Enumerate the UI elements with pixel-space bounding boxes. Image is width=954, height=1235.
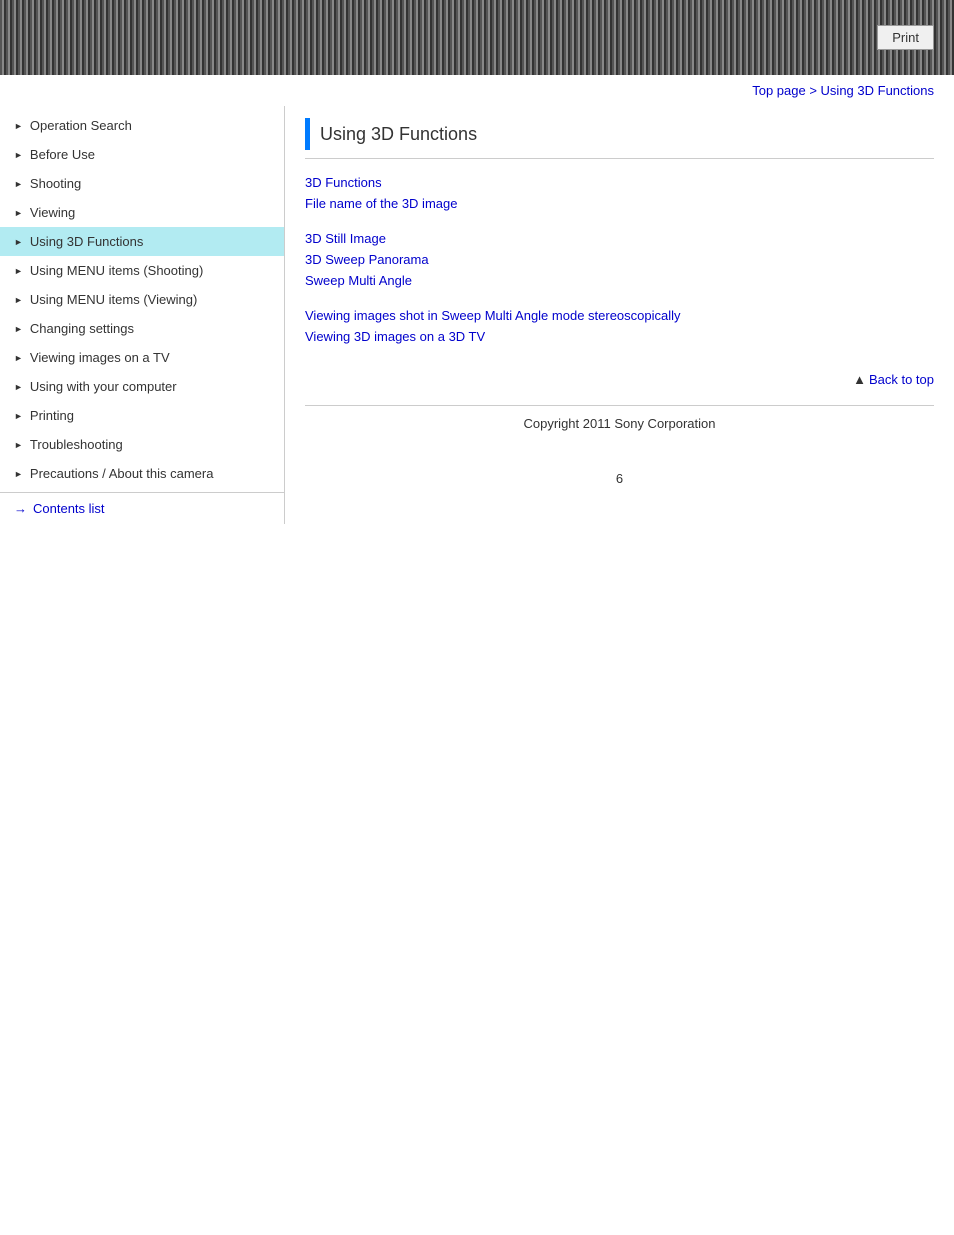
back-to-top-label: Back to top (869, 372, 934, 387)
sidebar-item-label: Using MENU items (Viewing) (30, 292, 197, 307)
sidebar-item-viewing[interactable]: ► Viewing (0, 198, 284, 227)
page-title: Using 3D Functions (320, 124, 477, 145)
sidebar-arrow-icon: ► (14, 382, 23, 392)
link-3d-still-image[interactable]: 3D Still Image (305, 231, 934, 246)
sidebar: ► Operation Search ► Before Use ► Shooting ► Vi… (0, 106, 285, 524)
sidebar-item-changing-settings[interactable]: ► Changing settings (0, 314, 284, 343)
page-number: 6 (305, 441, 934, 496)
sidebar-item-label: Using with your computer (30, 379, 177, 394)
back-to-top-triangle-icon: ▲ (853, 372, 866, 387)
sidebar-arrow-icon: ► (14, 324, 23, 334)
sidebar-item-troubleshooting[interactable]: ► Troubleshooting (0, 430, 284, 459)
breadcrumb: Top page > Using 3D Functions (0, 75, 954, 106)
sidebar-item-label: Using MENU items (Shooting) (30, 263, 203, 278)
sidebar-arrow-icon: ► (14, 295, 23, 305)
link-group-2: Viewing images shot in Sweep Multi Angle… (305, 308, 934, 344)
link-3d-functions[interactable]: 3D Functions (305, 175, 934, 190)
back-to-top-link[interactable]: ▲Back to top (853, 372, 934, 387)
sidebar-item-label: Printing (30, 408, 74, 423)
sidebar-item-label: Before Use (30, 147, 95, 162)
sidebar-item-shooting[interactable]: ► Shooting (0, 169, 284, 198)
sidebar-arrow-icon: ► (14, 266, 23, 276)
content-area: Using 3D Functions 3D Functions File name… (285, 106, 954, 524)
sidebar-arrow-icon: ► (14, 208, 23, 218)
footer: Copyright 2011 Sony Corporation (305, 405, 934, 441)
link-group-1: 3D Still Image 3D Sweep Panorama Sweep Mul… (305, 231, 934, 288)
sidebar-item-operation-search[interactable]: ► Operation Search (0, 111, 284, 140)
link-viewing-3d-tv[interactable]: Viewing 3D images on a 3D TV (305, 329, 934, 344)
sidebar-arrow-icon: ► (14, 179, 23, 189)
sidebar-item-using-menu-shooting[interactable]: ► Using MENU items (Shooting) (0, 256, 284, 285)
sidebar-arrow-icon: ► (14, 411, 23, 421)
contents-list-item[interactable]: → Contents list (0, 492, 284, 524)
sidebar-arrow-icon: ► (14, 440, 23, 450)
sidebar-item-before-use[interactable]: ► Before Use (0, 140, 284, 169)
arrow-right-icon: → (14, 501, 27, 516)
sidebar-item-using-3d-functions[interactable]: ► Using 3D Functions (0, 227, 284, 256)
sidebar-item-label: Viewing images on a TV (30, 350, 170, 365)
contents-list-label: Contents list (33, 501, 105, 516)
link-viewing-sweep-multi[interactable]: Viewing images shot in Sweep Multi Angle… (305, 308, 934, 323)
sidebar-arrow-icon: ► (14, 237, 23, 247)
link-3d-sweep-panorama[interactable]: 3D Sweep Panorama (305, 252, 934, 267)
back-to-top-row: ▲Back to top (305, 364, 934, 395)
sidebar-arrow-icon: ► (14, 353, 23, 363)
sidebar-arrow-icon: ► (14, 469, 23, 479)
sidebar-item-using-computer[interactable]: ► Using with your computer (0, 372, 284, 401)
print-button[interactable]: Print (877, 25, 934, 50)
sidebar-item-label: Using 3D Functions (30, 234, 143, 249)
sidebar-item-label: Troubleshooting (30, 437, 123, 452)
link-sweep-multi-angle[interactable]: Sweep Multi Angle (305, 273, 934, 288)
sidebar-item-printing[interactable]: ► Printing (0, 401, 284, 430)
link-file-name-3d[interactable]: File name of the 3D image (305, 196, 934, 211)
sidebar-arrow-icon: ► (14, 150, 23, 160)
link-group-0: 3D Functions File name of the 3D image (305, 175, 934, 211)
page-title-bar: Using 3D Functions (305, 106, 934, 159)
main-layout: ► Operation Search ► Before Use ► Shooting ► Vi… (0, 106, 954, 524)
breadcrumb-top-link[interactable]: Top page (752, 83, 806, 98)
header-bar: Print (0, 0, 954, 75)
sidebar-item-using-menu-viewing[interactable]: ► Using MENU items (Viewing) (0, 285, 284, 314)
sidebar-item-label: Operation Search (30, 118, 132, 133)
breadcrumb-current-link[interactable]: Using 3D Functions (821, 83, 934, 98)
copyright-text: Copyright 2011 Sony Corporation (524, 416, 716, 431)
sidebar-item-label: Precautions / About this camera (30, 466, 214, 481)
sidebar-arrow-icon: ► (14, 121, 23, 131)
sidebar-item-label: Changing settings (30, 321, 134, 336)
sidebar-item-precautions[interactable]: ► Precautions / About this camera (0, 459, 284, 488)
sidebar-item-viewing-images-tv[interactable]: ► Viewing images on a TV (0, 343, 284, 372)
sidebar-item-label: Shooting (30, 176, 81, 191)
sidebar-item-label: Viewing (30, 205, 75, 220)
page-title-accent (305, 118, 310, 150)
breadcrumb-separator: > (806, 83, 821, 98)
